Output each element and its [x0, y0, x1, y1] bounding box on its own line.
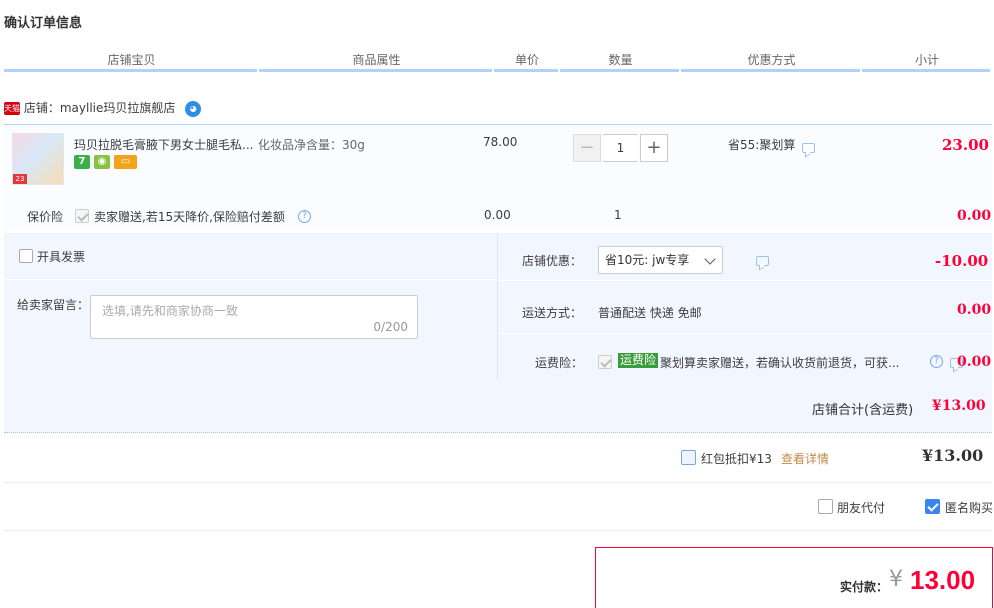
header-shop-item: 店铺宝贝	[4, 48, 259, 72]
shipping-label: 运送方式：	[522, 306, 583, 320]
message-placeholder: 选填,请先和商家协商一致	[102, 304, 238, 318]
wangwang-chat-icon[interactable]: ◕	[185, 100, 202, 117]
insurance-desc: 卖家赠送,若15天降价,保险赔付差额	[94, 210, 285, 224]
shipping-insurance-amount: 0.00	[957, 354, 992, 370]
quantity-minus-button[interactable]: −	[573, 134, 601, 162]
insurance-checkbox[interactable]	[75, 209, 89, 223]
tmall-badge-icon: 天猫	[4, 102, 20, 115]
anonymous-label[interactable]: 匿名购买	[945, 499, 993, 516]
shop-total-label: 店铺合计(含运费)	[812, 403, 914, 418]
shop-discount-select[interactable]: 省10元: jw专享	[598, 246, 723, 274]
insurance-help-icon[interactable]: ?	[298, 210, 311, 223]
promo-method: 省55:聚划算	[728, 138, 796, 152]
order-table-header: 店铺宝贝 商品属性 单价 数量 优惠方式 小计	[4, 48, 992, 72]
friend-pay-label[interactable]: 朋友代付	[837, 499, 885, 516]
red-packet-details-link[interactable]: 查看详情	[781, 450, 829, 467]
header-unit-price: 单价	[494, 48, 560, 72]
promo-message-icon[interactable]	[802, 143, 815, 153]
shop-total-amount: ¥13.00	[932, 398, 986, 414]
red-packet-checkbox[interactable]	[681, 450, 696, 465]
seven-day-return-icon[interactable]: 7	[74, 155, 90, 169]
shop-name[interactable]: mayllie玛贝拉旗舰店	[60, 101, 176, 115]
chevron-down-icon	[704, 253, 716, 265]
quantity-plus-button[interactable]: +	[640, 134, 668, 162]
unit-price: 78.00	[483, 135, 518, 149]
header-quantity: 数量	[560, 48, 681, 72]
shipping-insurance-checkbox[interactable]	[598, 355, 612, 369]
pay-currency: ¥	[889, 567, 903, 592]
insurance-label: 保价险	[27, 210, 64, 224]
shop-discount-selected: 省10元: jw专享	[605, 253, 690, 267]
insurance-price: 0.00	[484, 208, 511, 222]
header-discount: 优惠方式	[681, 48, 862, 72]
message-label: 给卖家留言：	[17, 298, 90, 312]
shop-row: 天猫 店铺：mayllie玛贝拉旗舰店 ◕	[4, 98, 202, 118]
shipping-insurance-desc: 聚划算卖家赠送，若确认收货前退货，可获...	[660, 356, 900, 370]
product-name-link[interactable]: 玛贝拉脱毛膏腋下男女士腿毛私...	[74, 136, 253, 153]
shipping-insurance-help-icon[interactable]: ?	[930, 355, 943, 368]
red-packet-amount: ¥13.00	[922, 446, 984, 465]
pay-label: 实付款：	[840, 580, 889, 594]
certified-icon[interactable]: ◉	[94, 155, 110, 169]
divider	[4, 530, 992, 531]
quantity-input[interactable]: 1	[603, 134, 638, 162]
friend-pay-checkbox[interactable]	[818, 499, 833, 514]
shop-discount-label: 店铺优惠：	[522, 254, 583, 268]
discount-message-icon[interactable]	[755, 256, 769, 266]
shop-label: 店铺：	[23, 101, 60, 115]
seller-message-textarea[interactable]: 选填,请先和商家协商一致 0/200	[90, 295, 418, 339]
product-thumbnail[interactable]: 23	[12, 133, 64, 185]
shipping-value: 普通配送 快递 免邮	[598, 306, 702, 320]
message-char-count: 0/200	[373, 320, 408, 334]
page-title: 确认订单信息	[4, 16, 83, 31]
anonymous-checkbox[interactable]	[925, 499, 940, 514]
pay-amount: 13.00	[910, 565, 976, 595]
header-attributes: 商品属性	[259, 48, 494, 72]
divider	[4, 482, 992, 483]
invoice-label[interactable]: 开具发票	[37, 248, 85, 265]
header-subtotal: 小计	[862, 48, 992, 72]
shipping-insurance-tag: 运费险	[618, 353, 659, 368]
shipping-amount: 0.00	[957, 302, 992, 318]
red-packet-label[interactable]: 红包抵扣¥13	[701, 450, 772, 467]
thumb-tag: 23	[13, 174, 27, 184]
product-attribute: 化妆品净含量：30g	[258, 138, 365, 152]
shop-discount-amount: -10.00	[935, 252, 989, 270]
invoice-checkbox[interactable]	[19, 249, 33, 263]
item-subtotal: 23.00	[942, 136, 989, 154]
insurance-subtotal: 0.00	[957, 208, 992, 224]
shipping-insurance-label: 运费险：	[535, 356, 584, 370]
card-payment-icon[interactable]: ▭	[114, 155, 137, 169]
insurance-qty: 1	[614, 208, 622, 222]
